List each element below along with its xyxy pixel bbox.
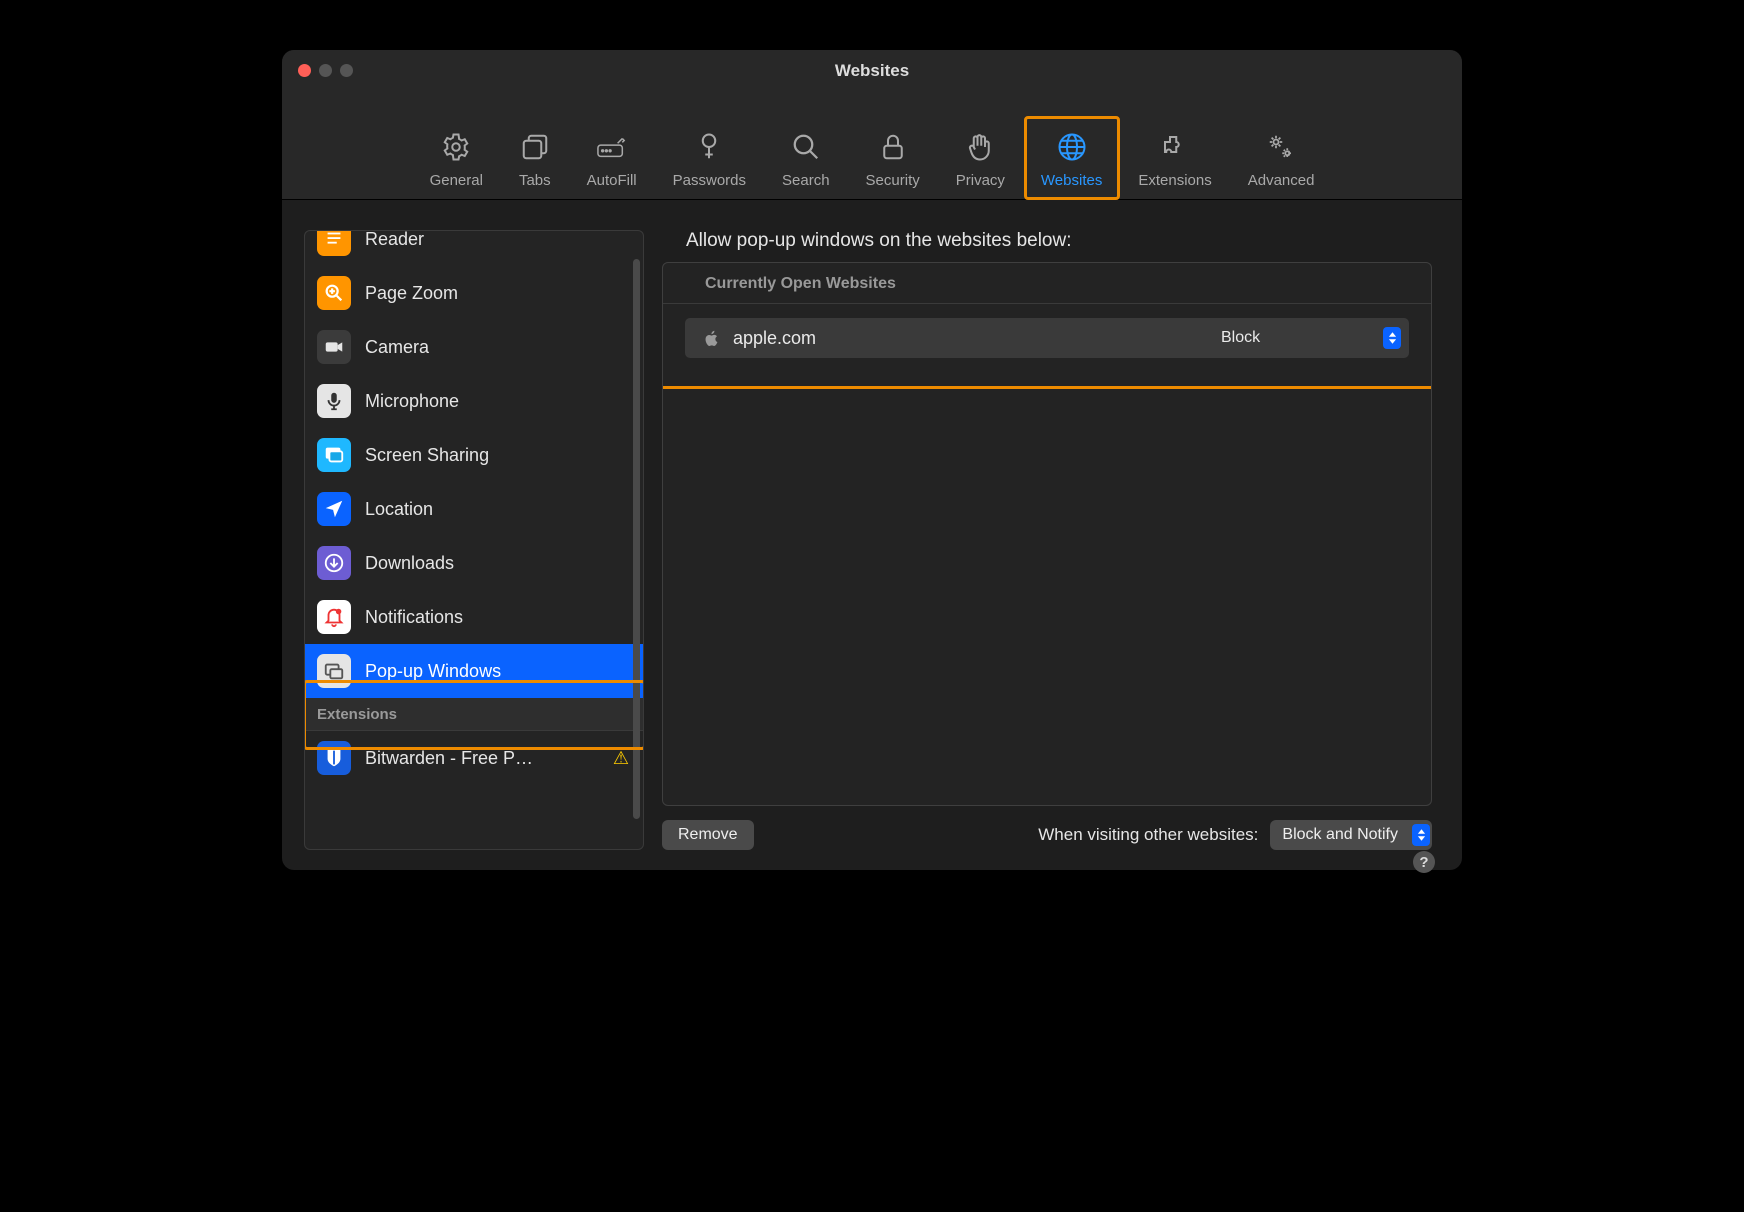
sidebar-scrollbar[interactable] [633,259,640,819]
list-section-header: Currently Open Websites [663,263,1431,304]
toolbar-label: Privacy [956,172,1005,189]
sidebar-item-label: Notifications [365,607,629,628]
search-icon [791,132,821,166]
default-setting-label: When visiting other websites: [1038,825,1258,845]
location-icon [317,492,351,526]
tabs-icon [520,132,550,166]
website-row[interactable]: apple.com Block [685,318,1409,358]
toolbar-label: Passwords [673,172,746,189]
main-panel: Allow pop-up windows on the websites bel… [662,230,1432,850]
sidebar-item-label: Microphone [365,391,629,412]
toolbar-tab-search[interactable]: Search [764,126,848,193]
sidebar-item-screen-sharing[interactable]: Screen Sharing [305,428,643,482]
sidebar-item-bitwarden[interactable]: Bitwarden - Free P… ⚠︎ [305,731,643,785]
toolbar-label: Advanced [1248,172,1315,189]
sidebar-item-label: Location [365,499,629,520]
sidebar-item-popups[interactable]: Pop-up Windows [305,644,643,698]
sidebar-item-label: Downloads [365,553,629,574]
autofill-icon [597,132,627,166]
toolbar-tab-autofill[interactable]: AutoFill [569,126,655,193]
bell-icon [317,600,351,634]
microphone-icon [317,384,351,418]
select-value: Block [1221,329,1260,347]
sidebar-item-label: Reader [365,231,629,250]
gears-icon [1266,132,1296,166]
hand-icon [965,132,995,166]
window-title: Websites [282,61,1462,81]
toolbar-tab-advanced[interactable]: Advanced [1230,126,1333,193]
select-value: Block and Notify [1282,826,1398,844]
toolbar-label: General [430,172,483,189]
toolbar-label: Search [782,172,830,189]
warning-icon: ⚠︎ [613,748,629,769]
websites-list: Currently Open Websites apple.com Block [662,262,1432,806]
toolbar-tab-privacy[interactable]: Privacy [938,126,1023,193]
sidebar-item-page-zoom[interactable]: Page Zoom [305,266,643,320]
downloads-icon [317,546,351,580]
toolbar-tab-extensions[interactable]: Extensions [1120,126,1229,193]
sidebar-item-label: Camera [365,337,629,358]
sidebar-item-label: Page Zoom [365,283,629,304]
sidebar-item-reader[interactable]: Reader [305,231,643,266]
chevron-updown-icon [1412,824,1430,846]
sidebar-item-microphone[interactable]: Microphone [305,374,643,428]
toolbar-label: Extensions [1138,172,1211,189]
sidebar-item-label: Bitwarden - Free P… [365,748,599,769]
chevron-updown-icon [1383,327,1401,349]
camera-icon [317,330,351,364]
sidebar-item-location[interactable]: Location [305,482,643,536]
sidebar-section-header: Extensions [305,698,643,731]
default-setting-group: When visiting other websites: Block and … [1038,820,1432,850]
sidebar-item-camera[interactable]: Camera [305,320,643,374]
apple-icon [703,329,721,347]
toolbar-label: AutoFill [587,172,637,189]
bitwarden-icon [317,741,351,775]
preferences-window: Websites General Tabs AutoF [282,50,1462,870]
main-heading: Allow pop-up windows on the websites bel… [686,230,1432,252]
gear-icon [441,132,471,166]
sidebar-item-notifications[interactable]: Notifications [305,590,643,644]
toolbar-label: Tabs [519,172,551,189]
lock-icon [878,132,908,166]
zoom-icon [317,276,351,310]
screen-sharing-icon [317,438,351,472]
toolbar-label: Websites [1041,172,1102,189]
preferences-toolbar: General Tabs AutoFill Pass [282,126,1462,193]
website-name: apple.com [733,328,1211,349]
sidebar-item-label: Screen Sharing [365,445,629,466]
toolbar-tab-security[interactable]: Security [848,126,938,193]
default-setting-select[interactable]: Block and Notify [1270,820,1432,850]
toolbar-tab-passwords[interactable]: Passwords [655,126,764,193]
sidebar-scroll-area[interactable]: General Reader Page Zoom [305,231,643,849]
titlebar: Websites General Tabs AutoF [282,50,1462,200]
toolbar-label: Security [866,172,920,189]
help-button[interactable]: ? [1413,851,1435,873]
toolbar-tab-websites[interactable]: Websites [1023,126,1120,193]
sidebar-item-downloads[interactable]: Downloads [305,536,643,590]
window-body: General Reader Page Zoom [282,200,1462,870]
key-icon [694,132,724,166]
puzzle-icon [1160,132,1190,166]
toolbar-tab-general[interactable]: General [412,126,501,193]
website-setting-select[interactable]: Block [1211,324,1401,352]
main-footer: Remove When visiting other websites: Blo… [662,806,1432,850]
remove-button[interactable]: Remove [662,820,754,850]
popup-windows-icon [317,654,351,688]
toolbar-tab-tabs[interactable]: Tabs [501,126,569,193]
globe-icon [1057,132,1087,166]
settings-sidebar[interactable]: General Reader Page Zoom [304,230,644,850]
sidebar-item-label: Pop-up Windows [365,661,629,682]
reader-icon [317,231,351,256]
